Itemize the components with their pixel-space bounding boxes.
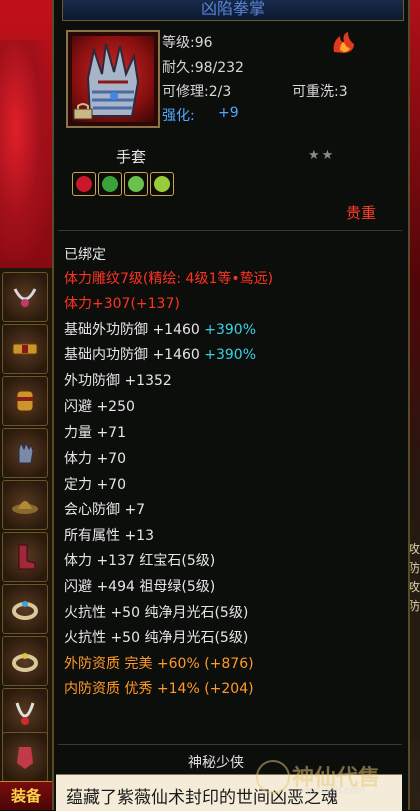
item-title: 凶陷拳掌 — [62, 0, 404, 21]
watermark-url: www.sxds.com — [298, 786, 365, 796]
inventory-slot-belt[interactable] — [2, 324, 48, 374]
equipment-button[interactable]: 装备 — [0, 781, 52, 810]
divider — [58, 744, 402, 745]
property-gem-emerald: 闪避 +494 祖母绿(5级) — [64, 579, 216, 595]
property-external-defense: 外功防御 +1352 — [64, 373, 172, 389]
item-enhance-label: 强化: — [162, 108, 195, 124]
inventory-slot-ring-1[interactable] — [2, 584, 48, 634]
charm-icon — [17, 747, 33, 769]
divider — [58, 230, 402, 231]
item-quality: 贵重 — [346, 204, 377, 222]
property-stamina-total: 体力+307(+137) — [64, 296, 180, 312]
item-repairable: 可修理:2/3 — [162, 84, 232, 100]
property-bound: 已绑定 — [64, 247, 106, 263]
element-flame-icon — [333, 32, 354, 53]
item-durability: 耐久:98/232 — [162, 60, 244, 76]
property-gem-moonstone-1: 火抗性 +50 纯净月光石(5级) — [64, 605, 249, 621]
property-outer-defense: 基础外功防御 +1460 +390% — [64, 322, 257, 338]
ring-icon — [12, 601, 38, 620]
item-level: 等级:96 — [162, 35, 213, 51]
boots-icon — [18, 544, 36, 570]
inventory-strip — [0, 268, 53, 782]
property-outer-aptitude: 外防资质 完美 +60% (+876) — [64, 656, 254, 672]
property-dodge: 闪避 +250 — [64, 399, 135, 415]
gem-socket-2 — [98, 172, 122, 196]
inventory-slot-charm[interactable] — [2, 732, 48, 782]
property-focus: 定力 +70 — [64, 477, 126, 493]
inventory-slot-bracer[interactable] — [2, 376, 48, 426]
gem-socket-4 — [150, 172, 174, 196]
inventory-slot-necklace[interactable] — [2, 272, 48, 322]
star-rating: ★★ — [308, 148, 336, 163]
ruby-icon — [76, 176, 92, 192]
property-gem-moonstone-2: 火抗性 +50 纯净月光石(5级) — [64, 630, 249, 646]
amulet-icon — [15, 702, 35, 725]
item-enhance-value: +9 — [218, 105, 239, 121]
property-all-attributes: 所有属性 +13 — [64, 528, 154, 544]
inventory-slot-amulet[interactable] — [2, 688, 48, 738]
property-engraving: 体力雕纹7级(精绘: 4级1等•鸷远) — [64, 271, 274, 287]
inventory-slot-hat[interactable] — [2, 480, 48, 530]
watermark: 神仙代售 www.sxds.com — [250, 756, 410, 800]
gem-socket-3 — [124, 172, 148, 196]
gloves-icon — [18, 441, 34, 464]
property-strength: 力量 +71 — [64, 425, 126, 441]
inventory-slot-gloves[interactable] — [2, 428, 48, 478]
bind-lock-icon — [73, 103, 93, 120]
ring-icon — [12, 653, 38, 672]
item-rewashable: 可重洗:3 — [292, 84, 348, 100]
background-scene — [0, 40, 52, 260]
item-icon-frame — [66, 30, 160, 128]
moonstone-icon — [154, 176, 170, 192]
hat-icon — [12, 501, 38, 514]
property-gem-ruby: 体力 +137 红宝石(5级) — [64, 553, 216, 569]
watermark-logo-icon — [256, 760, 290, 794]
gem-socket-1 — [72, 172, 96, 196]
property-stamina: 体力 +70 — [64, 451, 126, 467]
necklace-icon — [13, 288, 37, 307]
emerald-icon — [102, 176, 118, 192]
property-inner-aptitude: 内防资质 优秀 +14% (+204) — [64, 681, 254, 697]
bracer-icon — [16, 390, 34, 412]
inventory-slot-ring-2[interactable] — [2, 636, 48, 686]
moonstone-icon — [128, 176, 144, 192]
property-inner-defense: 基础内功防御 +1460 +390% — [64, 347, 257, 363]
owner-name: 神秘少侠 — [188, 755, 244, 771]
belt-icon — [12, 343, 38, 355]
item-tooltip: 凶陷拳掌 等级:96 耐久:98/232 可修理:2/3 可重洗:3 强化: +… — [52, 0, 410, 811]
inventory-slot-boots[interactable] — [2, 532, 48, 582]
property-crit-defense: 会心防御 +7 — [64, 502, 146, 518]
item-type: 手套 — [116, 148, 147, 166]
